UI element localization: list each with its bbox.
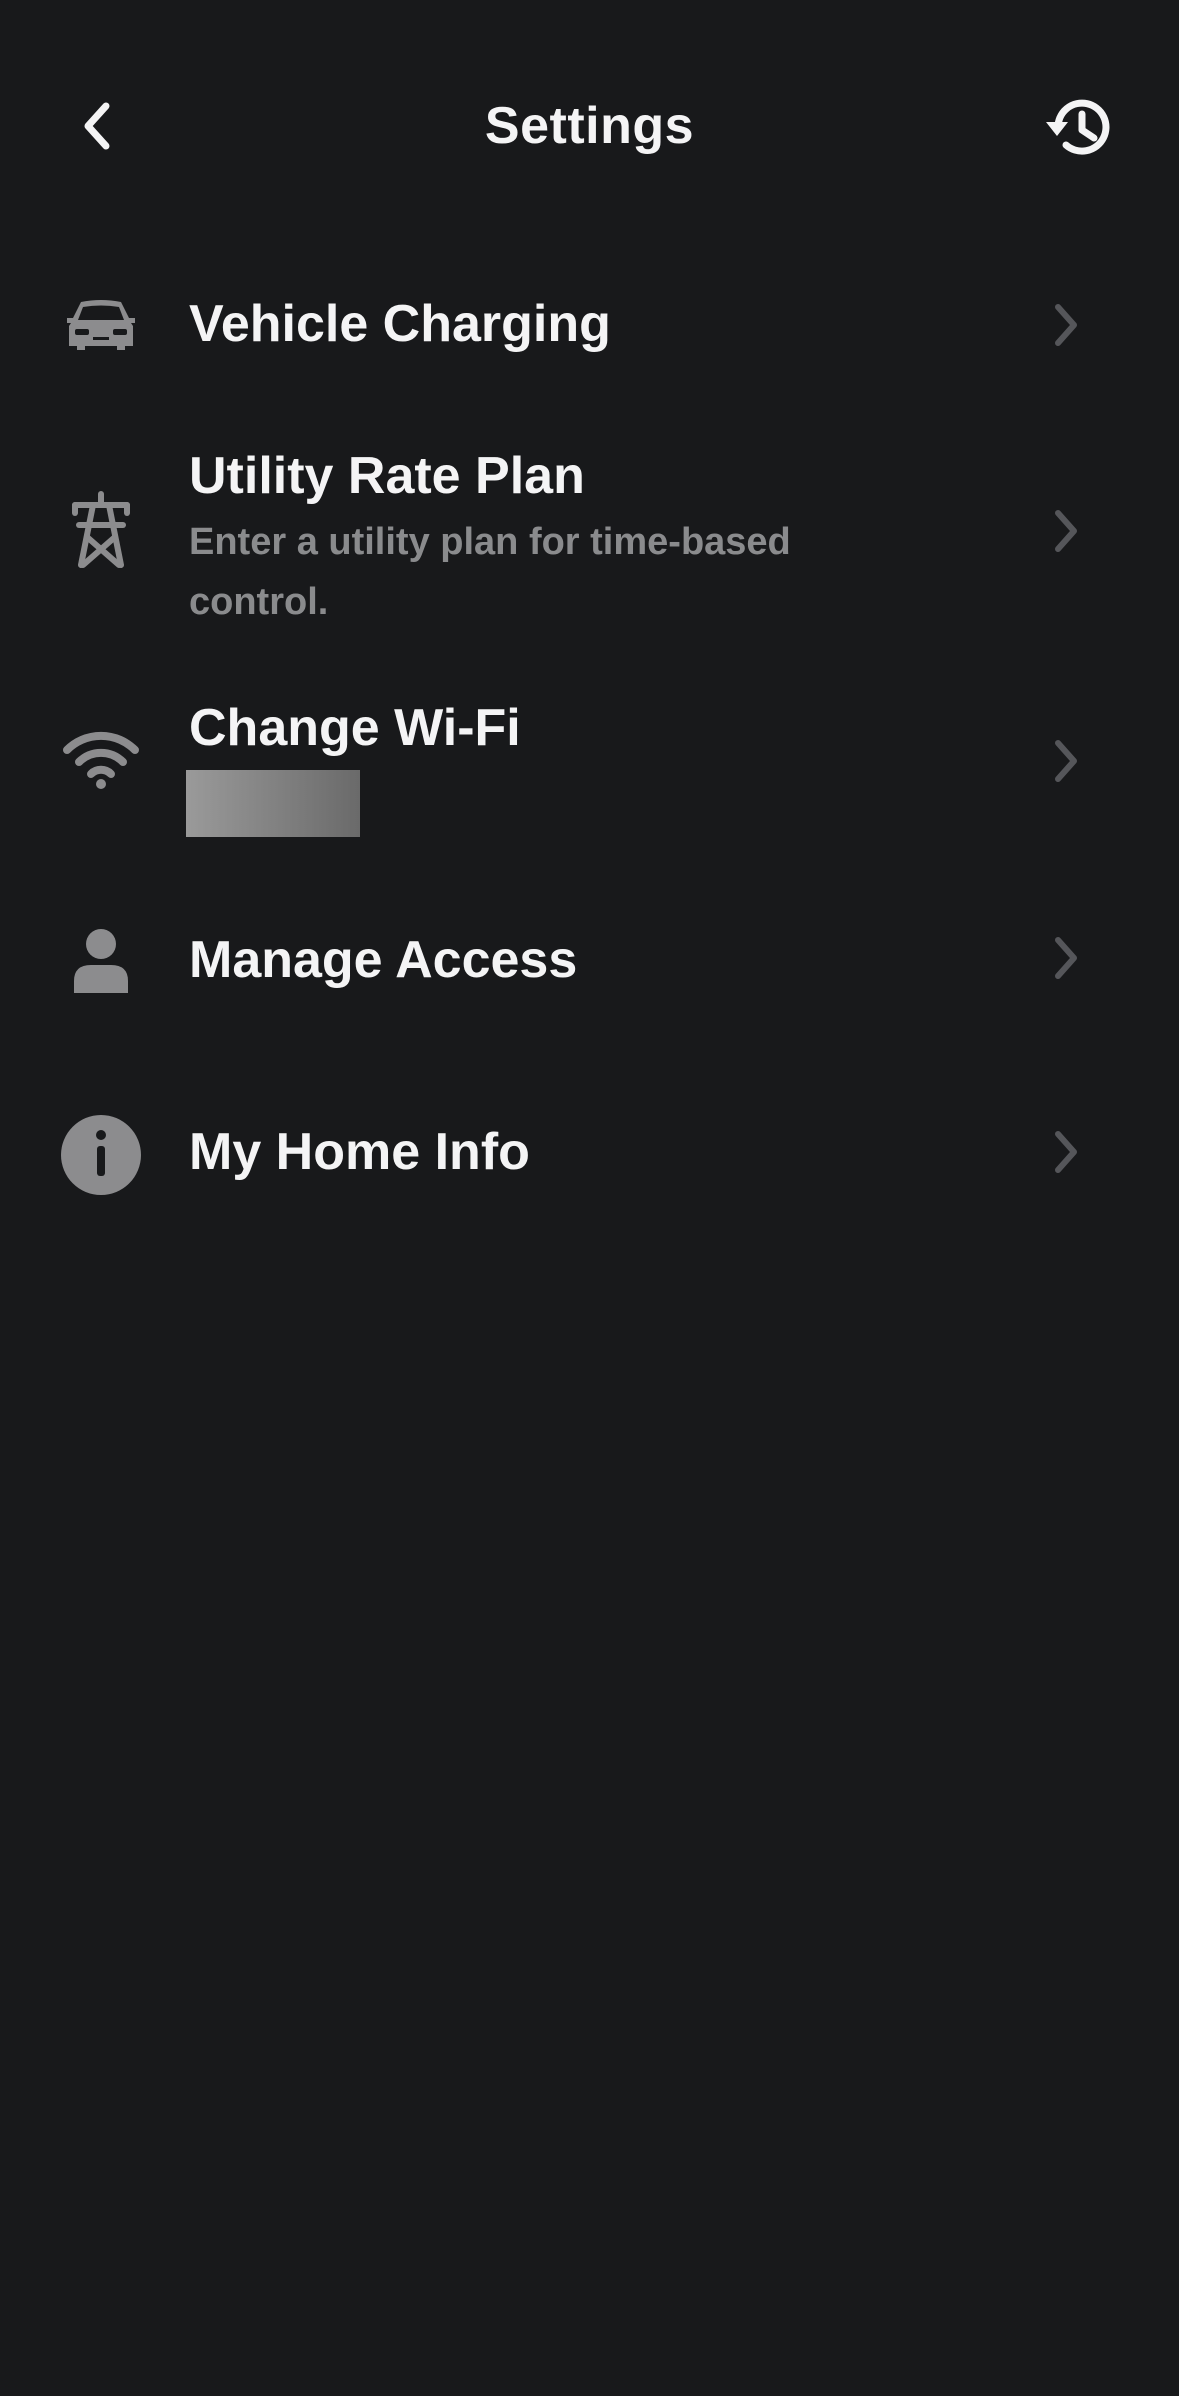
wifi-icon [55,720,147,800]
history-button[interactable] [1040,88,1120,168]
car-icon [55,280,147,370]
settings-item-subtitle: Enter a utility plan for time-based cont… [189,521,791,623]
settings-item-title: Utility Rate Plan [189,447,585,505]
chevron-right-icon [1045,300,1085,350]
header: Settings [0,0,1179,260]
settings-item-my-home-info[interactable]: My Home Info [0,1090,1179,1220]
settings-item-title: Vehicle Charging [189,295,611,353]
chevron-right-icon [1045,506,1085,556]
settings-item-change-wifi[interactable]: Change Wi-Fi [0,680,1179,840]
person-icon [55,920,147,1000]
chevron-right-icon [1045,933,1085,983]
chevron-right-icon [1045,1127,1085,1177]
redacted-network-name [186,770,360,837]
page-title: Settings [484,97,695,155]
settings-item-vehicle-charging[interactable]: Vehicle Charging [0,260,1179,390]
settings-item-utility-rate-plan[interactable]: Utility Rate Plan Enter a utility plan f… [0,420,1179,640]
settings-item-title: Manage Access [189,931,578,989]
settings-item-title: My Home Info [189,1123,530,1181]
info-icon [55,1110,147,1200]
settings-item-manage-access[interactable]: Manage Access [0,900,1179,1020]
chevron-right-icon [1045,736,1085,786]
power-tower-icon [55,490,147,570]
history-icon [1046,99,1110,155]
settings-item-title: Change Wi-Fi [189,699,521,757]
